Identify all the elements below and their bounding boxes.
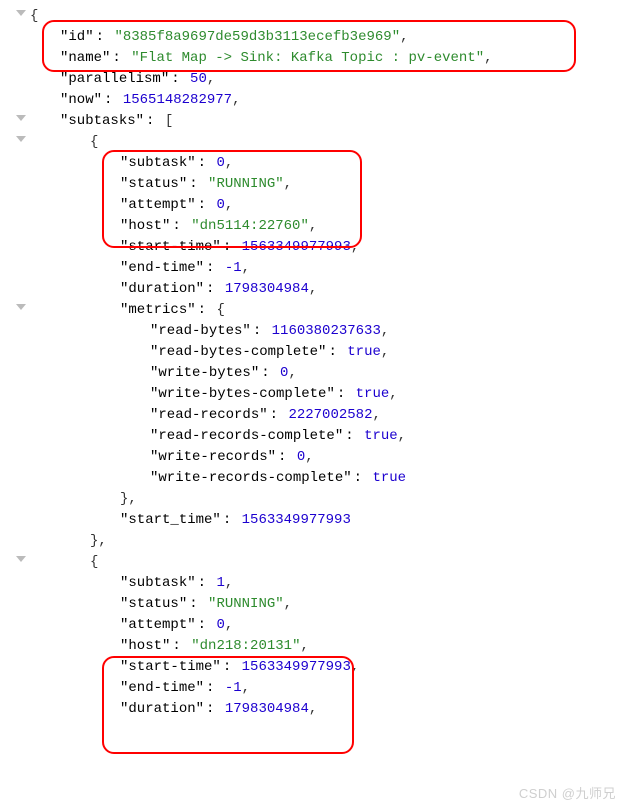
- json-property: "read-bytes": 1160380237633,: [30, 321, 624, 342]
- json-property: "start-time": 1563349977993,: [30, 237, 624, 258]
- json-property: "read-bytes-complete": true,: [30, 342, 624, 363]
- val-attempt: 0: [216, 617, 224, 633]
- json-property: "write-bytes": 0,: [30, 363, 624, 384]
- brace-close: },: [30, 531, 624, 552]
- json-property: "status": "RUNNING",: [30, 594, 624, 615]
- json-property: "metrics": {: [30, 300, 624, 321]
- json-property: "duration": 1798304984,: [30, 699, 624, 720]
- val-host: dn5114:22760: [200, 218, 301, 234]
- brace-open: {: [30, 552, 624, 573]
- watermark-label: CSDN @九师兄: [519, 783, 616, 804]
- json-property: "start_time": 1563349977993: [30, 510, 624, 531]
- key-host: host: [128, 638, 162, 654]
- key-start-time: start-time: [128, 659, 212, 675]
- val-read-records: 2227002582: [288, 407, 372, 423]
- key-duration: duration: [128, 701, 195, 717]
- val-read-bytes: 1160380237633: [272, 323, 381, 339]
- val-subtask: 0: [216, 155, 224, 171]
- val-start-time: 1563349977993: [242, 659, 351, 675]
- toggle-arrow-icon[interactable]: [16, 115, 26, 121]
- val-start_time: 1563349977993: [242, 512, 351, 528]
- json-property: "name": "Flat Map -> Sink: Kafka Topic :…: [30, 48, 624, 69]
- toggle-arrow-icon[interactable]: [16, 136, 26, 142]
- json-property: "read-records": 2227002582,: [30, 405, 624, 426]
- json-property: "parallelism": 50,: [30, 69, 624, 90]
- key-start-time: start-time: [128, 239, 212, 255]
- key-metrics: metrics: [128, 302, 187, 318]
- val-duration: 1798304984: [225, 281, 309, 297]
- val-status: RUNNING: [216, 176, 275, 192]
- json-tree-viewer: { "id": "8385f8a9697de59d3b3113ecefb3e96…: [0, 0, 624, 720]
- key-end-time: end-time: [128, 680, 195, 696]
- toggle-arrow-icon[interactable]: [16, 304, 26, 310]
- val-name: Flat Map -> Sink: Kafka Topic : pv-event: [140, 50, 476, 66]
- val-status: RUNNING: [216, 596, 275, 612]
- key-subtask: subtask: [128, 575, 187, 591]
- json-property: "read-records-complete": true,: [30, 426, 624, 447]
- key-attempt: attempt: [128, 197, 187, 213]
- json-property: "attempt": 0,: [30, 195, 624, 216]
- json-property: "subtasks": [: [30, 111, 624, 132]
- key-status: status: [128, 176, 178, 192]
- json-property: "now": 1565148282977,: [30, 90, 624, 111]
- json-property: "host": "dn218:20131",: [30, 636, 624, 657]
- key-subtask: subtask: [128, 155, 187, 171]
- brace-open: {: [30, 132, 624, 153]
- val-write-bytes-complete: true: [356, 386, 390, 402]
- brace-open: {: [30, 6, 624, 27]
- key-host: host: [128, 218, 162, 234]
- key-id: id: [68, 29, 85, 45]
- brace-close: },: [30, 489, 624, 510]
- json-property: "subtask": 1,: [30, 573, 624, 594]
- key-status: status: [128, 596, 178, 612]
- json-property: "write-bytes-complete": true,: [30, 384, 624, 405]
- json-property: "start-time": 1563349977993,: [30, 657, 624, 678]
- val-now: 1565148282977: [123, 92, 232, 108]
- val-read-records-complete: true: [364, 428, 398, 444]
- val-attempt: 0: [216, 197, 224, 213]
- key-write-records-complete: write-records-complete: [158, 470, 343, 486]
- toggle-arrow-icon[interactable]: [16, 556, 26, 562]
- json-property: "host": "dn5114:22760",: [30, 216, 624, 237]
- key-end-time: end-time: [128, 260, 195, 276]
- val-subtask: 1: [216, 575, 224, 591]
- val-write-records: 0: [297, 449, 305, 465]
- key-read-bytes: read-bytes: [158, 323, 242, 339]
- val-parallelism: 50: [190, 71, 207, 87]
- val-read-bytes-complete: true: [347, 344, 381, 360]
- key-attempt: attempt: [128, 617, 187, 633]
- json-property: "duration": 1798304984,: [30, 279, 624, 300]
- val-write-records-complete: true: [372, 470, 406, 486]
- key-write-bytes: write-bytes: [158, 365, 250, 381]
- json-property: "end-time": -1,: [30, 678, 624, 699]
- val-duration: 1798304984: [225, 701, 309, 717]
- val-host: dn218:20131: [200, 638, 292, 654]
- json-property: "subtask": 0,: [30, 153, 624, 174]
- json-property: "status": "RUNNING",: [30, 174, 624, 195]
- json-property: "write-records": 0,: [30, 447, 624, 468]
- val-id: 8385f8a9697de59d3b3113ecefb3e969: [123, 29, 392, 45]
- key-subtasks: subtasks: [68, 113, 135, 129]
- toggle-arrow-icon[interactable]: [16, 10, 26, 16]
- key-read-records: read-records: [158, 407, 259, 423]
- key-write-records: write-records: [158, 449, 267, 465]
- json-property: "end-time": -1,: [30, 258, 624, 279]
- val-end-time: -1: [225, 260, 242, 276]
- val-start-time: 1563349977993: [242, 239, 351, 255]
- key-read-bytes-complete: read-bytes-complete: [158, 344, 318, 360]
- key-parallelism: parallelism: [68, 71, 160, 87]
- json-property: "attempt": 0,: [30, 615, 624, 636]
- key-now: now: [68, 92, 93, 108]
- key-write-bytes-complete: write-bytes-complete: [158, 386, 326, 402]
- json-property: "write-records-complete": true: [30, 468, 624, 489]
- key-read-records-complete: read-records-complete: [158, 428, 334, 444]
- key-name: name: [68, 50, 102, 66]
- key-duration: duration: [128, 281, 195, 297]
- key-start_time: start_time: [128, 512, 212, 528]
- json-property: "id": "8385f8a9697de59d3b3113ecefb3e969"…: [30, 27, 624, 48]
- val-end-time: -1: [225, 680, 242, 696]
